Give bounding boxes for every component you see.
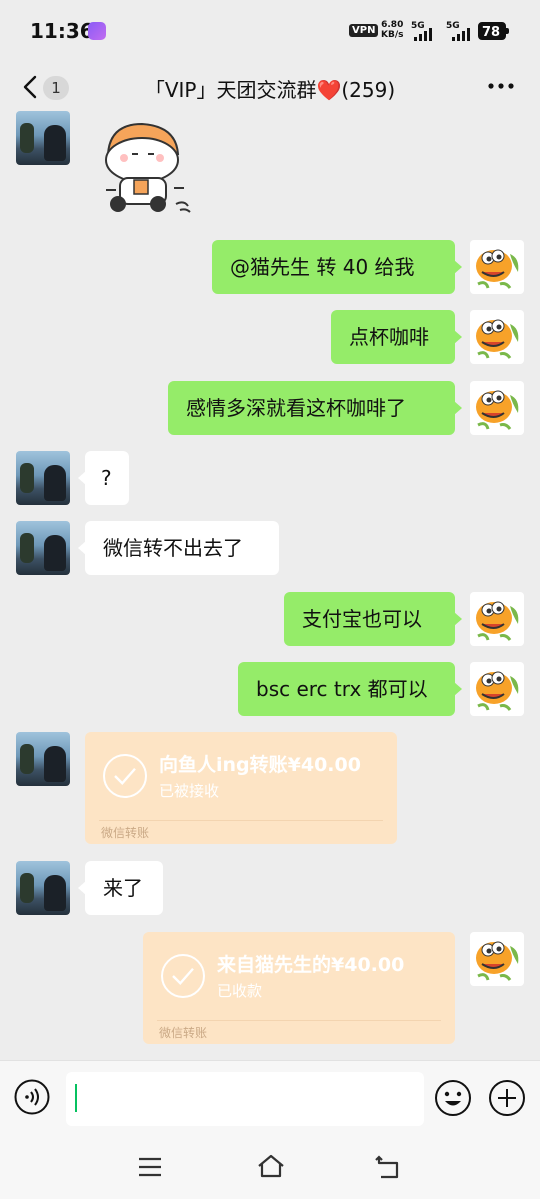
emoji-icon[interactable] [434,1079,472,1117]
self-avatar[interactable] [470,592,524,646]
voice-icon[interactable] [14,1079,50,1115]
cat-on-scooter-sticker[interactable] [96,118,196,222]
self-avatar[interactable] [470,310,524,364]
fish-avatar-icon [476,671,519,711]
self-message-bubble[interactable]: bsc erc trx 都可以 [238,662,462,716]
friend-avatar[interactable] [16,732,70,786]
fish-avatar-icon [476,601,519,641]
check-icon [103,754,147,798]
divider [99,820,383,821]
clock: 11:36 [30,19,94,43]
friend-avatar[interactable] [16,111,70,165]
divider [157,1020,441,1021]
sim2-signal-icon [452,25,470,41]
self-message-bubble[interactable]: 支付宝也可以 [284,592,462,646]
chat-title: 「VIP」天团交流群❤️(259) [144,78,396,102]
self-message-bubble[interactable]: @猫先生 转 40 给我 [212,240,462,294]
self-message-bubble[interactable]: 感情多深就看这杯咖啡了 [168,381,462,435]
transfer-footer: 微信转账 [159,1026,208,1040]
friend-message-bubble[interactable]: 微信转不出去了 [78,521,279,575]
home-icon[interactable] [256,1153,286,1179]
text-cursor [75,1084,77,1112]
transfer-footer: 微信转账 [101,826,150,840]
status-bar: 11:36 VPN 6.80 KB/s 5G 5G 78 [0,0,540,62]
friend-message-bubble[interactable]: ? [78,451,129,505]
network-speed-value: 6.80 [381,20,404,30]
network-speed-unit: KB/s [381,30,404,40]
plus-icon[interactable] [488,1079,526,1117]
transfer-card[interactable]: 来自猫先生的¥40.00 已收款 微信转账 [143,932,455,1044]
battery-icon: 78 [478,22,509,40]
transfer-amount: 来自猫先生的¥40.00 [217,954,405,976]
fish-avatar-icon [476,390,519,430]
network-speed: 6.80 KB/s [381,20,403,40]
transfer-status: 已被接收 [159,782,220,800]
message-input[interactable] [66,1072,424,1126]
check-icon [161,954,205,998]
self-avatar[interactable] [470,240,524,294]
friend-avatar[interactable] [16,521,70,575]
back-icon[interactable] [375,1154,403,1180]
self-avatar[interactable] [470,662,524,716]
friend-message-bubble[interactable]: 来了 [78,861,163,915]
self-avatar[interactable] [470,381,524,435]
fish-avatar-icon [476,941,519,981]
fish-avatar-icon [476,249,519,289]
app-notification-icon [88,22,106,40]
self-message-bubble[interactable]: 点杯咖啡 [331,310,462,364]
transfer-card[interactable]: 向鱼人ing转账¥40.00 已被接收 微信转账 [85,732,397,844]
menu-icon[interactable] [137,1156,163,1178]
more-options-icon[interactable] [486,76,516,96]
friend-avatar[interactable] [16,861,70,915]
friend-avatar[interactable] [16,451,70,505]
transfer-status: 已收款 [217,982,263,1000]
self-avatar[interactable] [470,932,524,986]
vpn-badge: VPN [349,24,379,37]
sim1-signal-icon [414,25,432,41]
fish-avatar-icon [476,319,519,359]
transfer-amount: 向鱼人ing转账¥40.00 [159,754,361,776]
